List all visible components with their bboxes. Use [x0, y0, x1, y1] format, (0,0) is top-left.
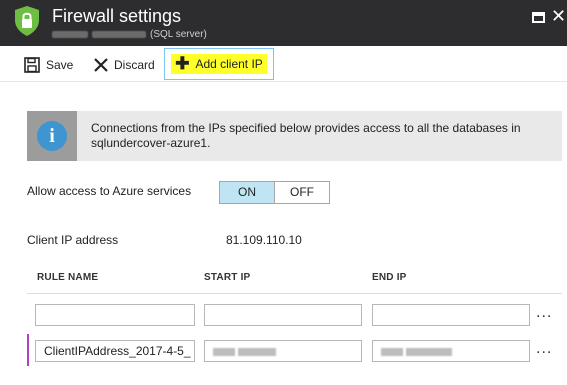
row-selected-indicator	[27, 334, 29, 366]
shield-lock-icon	[15, 6, 39, 36]
discard-label: Discard	[114, 57, 155, 72]
blade-header: Firewall settings (SQL server) ✕	[0, 0, 567, 46]
close-icon[interactable]: ✕	[551, 7, 566, 25]
save-label: Save	[46, 57, 74, 72]
client-ip-value: 81.109.110.10	[226, 233, 302, 247]
discard-button[interactable]: Discard	[94, 50, 155, 79]
redacted-ip	[406, 347, 452, 356]
start-ip-input[interactable]	[204, 340, 362, 362]
row-more-button[interactable]: ...	[536, 340, 552, 358]
plus-icon: ✚	[175, 54, 190, 73]
info-banner: i Connections from the IPs specified bel…	[27, 111, 562, 161]
redacted-server-name-2	[92, 31, 146, 38]
page-title: Firewall settings	[52, 6, 182, 26]
client-ip-label: Client IP address	[27, 233, 119, 247]
add-client-ip-highlight: ✚ Add client IP	[171, 54, 267, 74]
toggle-on-option[interactable]: ON	[220, 182, 275, 203]
row-more-button[interactable]: ...	[536, 304, 552, 322]
column-header-start-ip: START IP	[204, 272, 251, 283]
start-ip-input[interactable]	[204, 304, 362, 326]
redacted-server-name	[52, 31, 88, 38]
rule-name-input[interactable]	[35, 304, 195, 326]
add-client-ip-label: Add client IP	[195, 57, 263, 71]
add-client-ip-button[interactable]: ✚ Add client IP	[164, 48, 274, 80]
page-subtitle: (SQL server)	[52, 29, 207, 40]
redacted-ip	[213, 347, 235, 356]
info-text: Connections from the IPs specified below…	[91, 121, 521, 150]
save-button[interactable]: Save	[24, 50, 73, 79]
column-header-end-ip: END IP	[372, 272, 407, 283]
redacted-ip	[238, 347, 276, 356]
rule-name-input[interactable]: ClientIPAddress_2017-4-5_	[35, 340, 195, 362]
command-bar: Save Discard ✚ Add client IP	[0, 46, 567, 82]
discard-icon	[94, 57, 108, 72]
end-ip-input[interactable]	[372, 304, 530, 326]
subtitle-suffix: (SQL server)	[150, 29, 207, 40]
azure-access-label: Allow access to Azure services	[27, 184, 192, 198]
column-header-rule-name: RULE NAME	[37, 272, 99, 283]
save-icon	[24, 56, 40, 73]
redacted-ip	[381, 347, 403, 356]
table-header-divider	[27, 293, 562, 294]
azure-access-toggle: ON OFF	[219, 181, 330, 204]
info-icon-box: i	[27, 111, 77, 161]
info-icon: i	[37, 121, 67, 151]
toggle-off-option[interactable]: OFF	[275, 182, 329, 203]
end-ip-input[interactable]	[372, 340, 530, 362]
maximize-icon[interactable]	[532, 12, 545, 23]
